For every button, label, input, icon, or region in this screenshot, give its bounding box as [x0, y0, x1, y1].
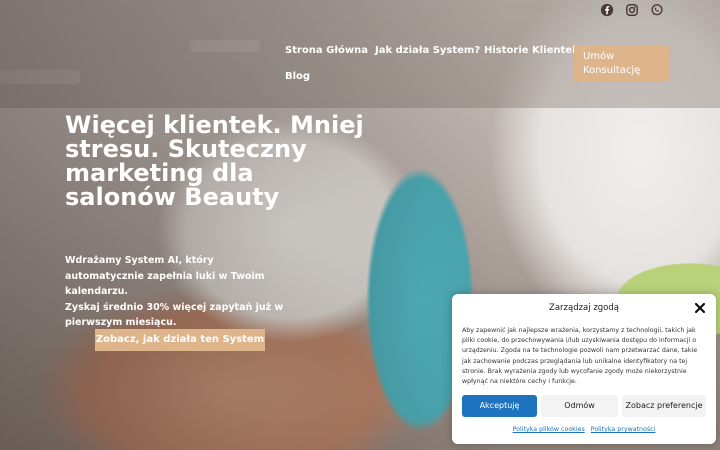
consent-title: Zarządzaj zgodą: [549, 303, 619, 313]
cookie-policy-link[interactable]: Polityka plików cookies: [513, 426, 585, 433]
whatsapp-icon[interactable]: [650, 3, 664, 17]
consent-policy-links: Polityka plików cookies Polityka prywatn…: [452, 426, 716, 433]
nav-item-how-it-works[interactable]: Jak działa System?: [375, 45, 480, 56]
instagram-icon[interactable]: [625, 3, 639, 17]
see-system-button[interactable]: Zobacz, jak działa ten System: [95, 329, 265, 351]
book-consultation-button[interactable]: Umów Konsultację: [574, 46, 670, 82]
facebook-icon[interactable]: [600, 3, 614, 17]
hero-subtitle: Wdrażamy System AI, który automatycznie …: [65, 253, 285, 331]
nav-item-blog[interactable]: Blog: [285, 71, 310, 82]
cookie-consent-dialog: Zarządzaj zgodą Aby zapewnić jak najleps…: [452, 294, 716, 444]
deny-button[interactable]: Odmów: [541, 395, 618, 417]
nav-item-home[interactable]: Strona Główna: [285, 45, 368, 56]
consent-description: Aby zapewnić jak najlepsze wrażenia, kor…: [462, 327, 698, 386]
hero-headline: Więcej klientek. Mniej stresu. Skuteczny…: [65, 111, 364, 211]
nav-item-client-stories[interactable]: Historie Klientek: [484, 45, 579, 56]
close-icon[interactable]: [694, 302, 706, 314]
hero-subtitle-line-2: Zyskaj średnio 30% więcej zapytań już w …: [65, 301, 284, 329]
hero-subtitle-line-1: Wdrażamy System AI, który automatycznie …: [65, 255, 265, 297]
view-preferences-button[interactable]: Zobacz preferencje: [622, 395, 706, 417]
social-icons: [600, 3, 664, 17]
privacy-policy-link[interactable]: Polityka prywatności: [591, 426, 656, 433]
accept-button[interactable]: Akceptuję: [462, 395, 537, 417]
